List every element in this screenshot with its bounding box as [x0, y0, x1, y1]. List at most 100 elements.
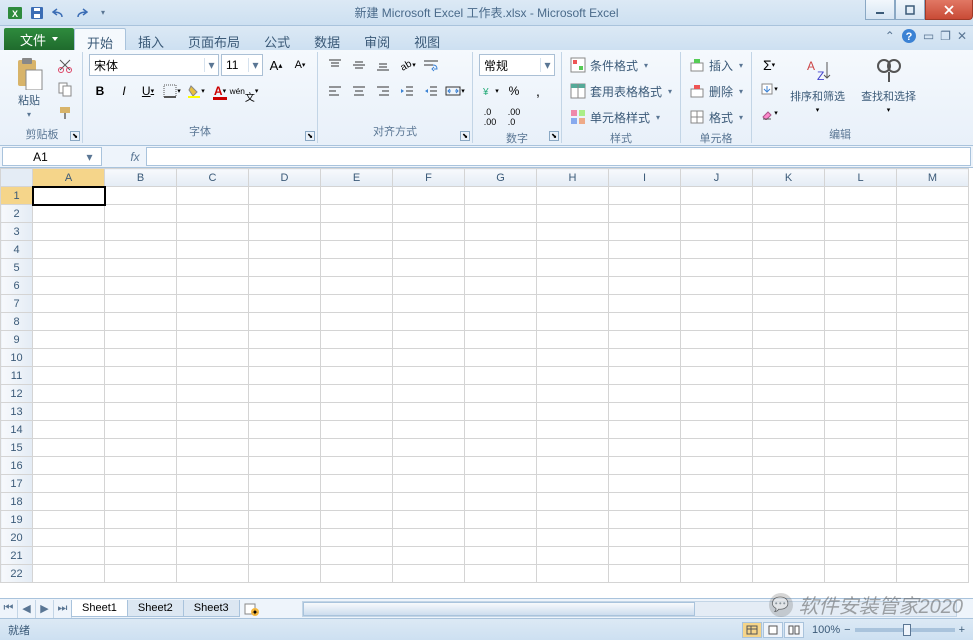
cell[interactable]: [33, 367, 105, 385]
cell[interactable]: [753, 259, 825, 277]
cell[interactable]: [609, 439, 681, 457]
row-header[interactable]: 15: [1, 439, 33, 457]
cell[interactable]: [465, 187, 537, 205]
cell[interactable]: [321, 349, 393, 367]
cell[interactable]: [681, 205, 753, 223]
cell[interactable]: [105, 367, 177, 385]
cell[interactable]: [105, 511, 177, 529]
sheet-tab-2[interactable]: Sheet2: [127, 600, 184, 617]
cell[interactable]: [33, 457, 105, 475]
cell[interactable]: [393, 313, 465, 331]
cell[interactable]: [897, 295, 969, 313]
cell[interactable]: [321, 493, 393, 511]
cell[interactable]: [897, 187, 969, 205]
last-sheet-button[interactable]: ⏭: [54, 600, 72, 618]
column-header[interactable]: M: [897, 169, 969, 187]
cell[interactable]: [753, 187, 825, 205]
cell[interactable]: [177, 241, 249, 259]
cell[interactable]: [177, 331, 249, 349]
column-header[interactable]: J: [681, 169, 753, 187]
cell[interactable]: [177, 421, 249, 439]
cell[interactable]: [465, 277, 537, 295]
cell[interactable]: [897, 457, 969, 475]
cell[interactable]: [825, 511, 897, 529]
new-sheet-button[interactable]: ✦: [240, 602, 262, 616]
cell[interactable]: [753, 565, 825, 583]
cell[interactable]: [825, 367, 897, 385]
cell[interactable]: [537, 547, 609, 565]
cell[interactable]: [105, 313, 177, 331]
sort-filter-button[interactable]: AZ 排序和筛选▾: [784, 54, 851, 116]
cell[interactable]: [33, 475, 105, 493]
cell[interactable]: [681, 385, 753, 403]
cell[interactable]: [321, 421, 393, 439]
cell[interactable]: [177, 493, 249, 511]
column-header[interactable]: E: [321, 169, 393, 187]
cell[interactable]: [681, 367, 753, 385]
cell[interactable]: [393, 385, 465, 403]
cell[interactable]: [897, 205, 969, 223]
cell[interactable]: [393, 331, 465, 349]
cell[interactable]: [609, 277, 681, 295]
column-header[interactable]: H: [537, 169, 609, 187]
zoom-value[interactable]: 100%: [812, 624, 840, 636]
cell[interactable]: [465, 295, 537, 313]
cell[interactable]: [897, 313, 969, 331]
font-size-combo[interactable]: 11▾: [221, 54, 263, 76]
cell[interactable]: [753, 529, 825, 547]
cell[interactable]: [681, 331, 753, 349]
paste-button[interactable]: 粘贴 ▾: [8, 54, 50, 121]
cell[interactable]: [105, 205, 177, 223]
cell[interactable]: [825, 439, 897, 457]
cell[interactable]: [465, 547, 537, 565]
cell[interactable]: [105, 295, 177, 313]
italic-button[interactable]: I: [113, 80, 135, 102]
minimize-button[interactable]: [865, 0, 895, 20]
cell[interactable]: [105, 565, 177, 583]
name-box-input[interactable]: [3, 150, 78, 164]
cell[interactable]: [753, 349, 825, 367]
undo-icon[interactable]: [50, 4, 68, 22]
font-color-button[interactable]: A▾: [209, 80, 231, 102]
cell[interactable]: [321, 313, 393, 331]
cell[interactable]: [249, 349, 321, 367]
cell[interactable]: [681, 295, 753, 313]
tab-home[interactable]: 开始: [74, 28, 126, 50]
align-center-button[interactable]: [348, 80, 370, 102]
cell[interactable]: [465, 223, 537, 241]
cell[interactable]: [897, 439, 969, 457]
cell[interactable]: [321, 277, 393, 295]
cell[interactable]: [321, 439, 393, 457]
cell[interactable]: [825, 565, 897, 583]
decrease-indent-button[interactable]: [396, 80, 418, 102]
cell[interactable]: [105, 259, 177, 277]
cell[interactable]: [825, 259, 897, 277]
sheet-tab-1[interactable]: Sheet1: [71, 600, 128, 617]
cell[interactable]: [609, 457, 681, 475]
tab-view[interactable]: 视图: [402, 28, 452, 50]
cell[interactable]: [537, 223, 609, 241]
cell[interactable]: [249, 421, 321, 439]
cell[interactable]: [33, 493, 105, 511]
row-header[interactable]: 16: [1, 457, 33, 475]
cell[interactable]: [537, 457, 609, 475]
excel-icon[interactable]: X: [6, 4, 24, 22]
cell[interactable]: [681, 349, 753, 367]
cell[interactable]: [465, 259, 537, 277]
cell[interactable]: [609, 349, 681, 367]
cell[interactable]: [321, 529, 393, 547]
cell[interactable]: [897, 547, 969, 565]
cell[interactable]: [177, 187, 249, 205]
align-middle-button[interactable]: [348, 54, 370, 76]
cell[interactable]: [249, 439, 321, 457]
cell[interactable]: [33, 331, 105, 349]
cell[interactable]: [825, 205, 897, 223]
cell[interactable]: [33, 439, 105, 457]
cell[interactable]: [33, 511, 105, 529]
cell[interactable]: [537, 565, 609, 583]
file-tab[interactable]: 文件: [4, 28, 74, 50]
increase-indent-button[interactable]: [420, 80, 442, 102]
row-header[interactable]: 8: [1, 313, 33, 331]
format-painter-button[interactable]: [54, 102, 76, 124]
cell[interactable]: [321, 187, 393, 205]
